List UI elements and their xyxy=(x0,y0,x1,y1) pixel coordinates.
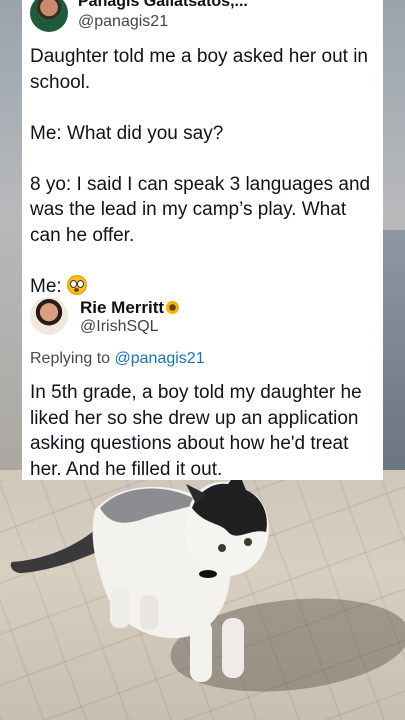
cat-leg xyxy=(190,620,212,682)
tweet-screenshot-card: Panagis Galiatsatos,... @panagis21 Daugh… xyxy=(22,0,383,480)
tweet1-text: Daughter told me a boy asked her out in … xyxy=(30,44,375,299)
avatar[interactable] xyxy=(30,0,68,32)
flushed-face-emoji xyxy=(66,274,87,295)
author-handle[interactable]: @panagis21 xyxy=(78,13,168,31)
cat-leg xyxy=(222,618,244,678)
tweet1-line: 8 yo: I said I can speak 3 languages and… xyxy=(30,173,371,246)
tweet1-line: Me: What did you say? xyxy=(30,122,224,144)
cat-eye xyxy=(218,544,226,552)
tweet1-line-last: Me: xyxy=(30,274,375,300)
tweet1-header: Panagis Galiatsatos,... @panagis21 xyxy=(30,0,375,36)
replying-label: Replying to xyxy=(30,350,115,367)
cat-eye xyxy=(244,538,252,546)
cat-leg xyxy=(140,595,158,630)
replying-to: Replying to @panagis21 xyxy=(30,350,205,368)
author-name[interactable]: Panagis Galiatsatos,... xyxy=(78,0,248,11)
tweet1-line: Me: xyxy=(30,275,67,297)
cat-leg xyxy=(110,588,130,628)
avatar[interactable] xyxy=(30,297,68,335)
author-name[interactable]: Rie Merritt xyxy=(80,298,180,318)
author-name-text: Rie Merritt xyxy=(80,298,165,317)
tweet2-text: In 5th grade, a boy told my daughter he … xyxy=(30,382,362,480)
replying-handle-link[interactable]: @panagis21 xyxy=(115,350,205,367)
cat-nose-spot xyxy=(199,570,217,578)
cat-image xyxy=(10,470,269,682)
author-handle[interactable]: @IrishSQL xyxy=(80,318,158,336)
tweet1-line: Daughter told me a boy asked her out in … xyxy=(30,46,368,93)
sunflower-emoji xyxy=(166,301,180,314)
tweet2-header: Rie Merritt @IrishSQL xyxy=(30,297,375,341)
